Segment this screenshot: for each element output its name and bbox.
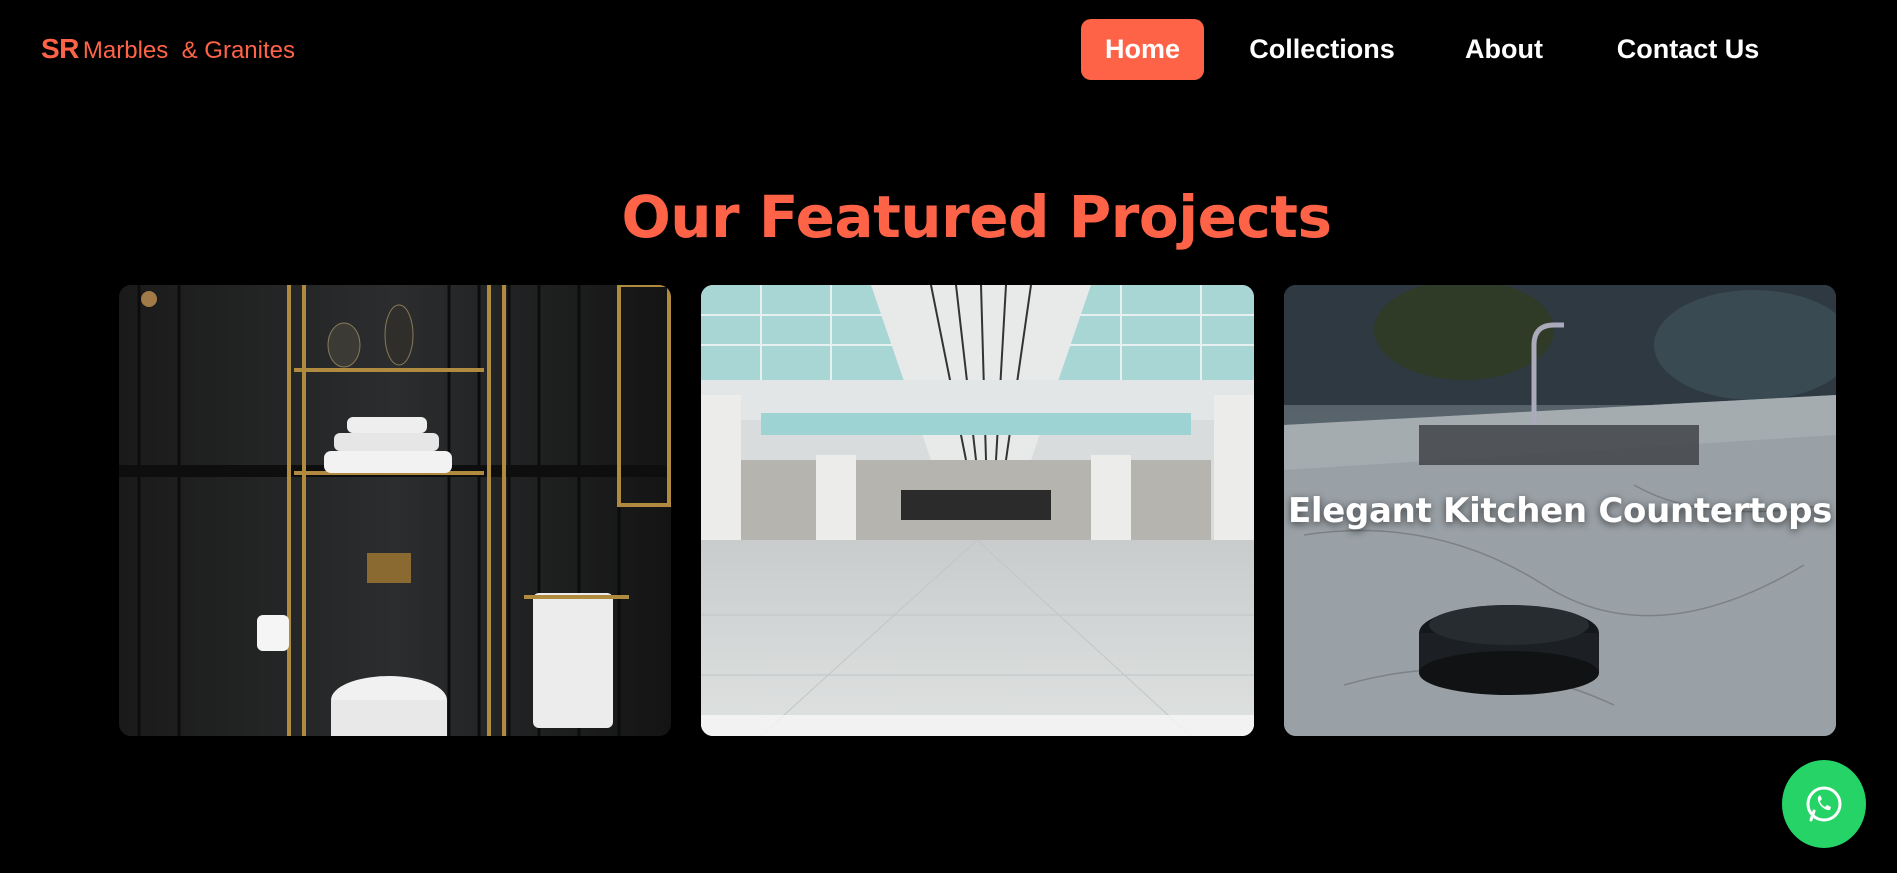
nav-contact-us[interactable]: Contact Us: [1594, 19, 1782, 80]
granite-hall-image: [701, 285, 1254, 736]
logo-name: Marbles & Granites: [82, 37, 295, 64]
logo-initials: SR: [41, 33, 79, 64]
kitchen-card-caption: Elegant Kitchen Countertops: [1287, 490, 1833, 531]
whatsapp-button[interactable]: [1782, 760, 1866, 848]
project-card-kitchen[interactable]: Elegant Kitchen Countertops: [1284, 285, 1836, 736]
brand-logo[interactable]: SR Marbles & Granites: [41, 33, 295, 65]
bathroom-image: [119, 285, 671, 736]
nav-about[interactable]: About: [1439, 19, 1569, 80]
site-header: SR Marbles & Granites Home Collections A…: [0, 0, 1897, 100]
project-card-bathroom[interactable]: [119, 285, 671, 736]
section-title: Our Featured Projects: [621, 183, 1332, 251]
nav-collections[interactable]: Collections: [1230, 19, 1414, 80]
whatsapp-icon: [1806, 786, 1842, 822]
nav-home[interactable]: Home: [1081, 19, 1204, 80]
project-card-hall[interactable]: [701, 285, 1254, 736]
